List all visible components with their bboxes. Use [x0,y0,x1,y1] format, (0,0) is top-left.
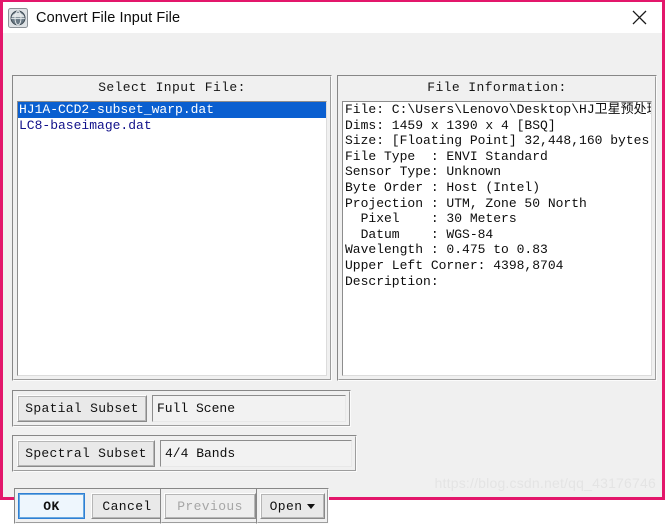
info-line: Description: [345,273,439,289]
spectral-subset-row: Spectral Subset 4/4 Bands [12,435,357,472]
open-button-label: Open [269,498,303,514]
file-information-text[interactable]: File: C:\Users\Lenovo\Desktop\HJ卫星预处理 Dim… [342,101,652,376]
watermark: https://blog.csdn.net/qq_43176746 [434,475,656,491]
dialog-body: Select Input File: HJ1A-CCD2-subset_warp… [3,33,662,524]
cancel-button[interactable]: Cancel [91,493,163,519]
info-line: Sensor Type: Unknown [345,164,502,180]
open-group: Open [256,488,329,524]
ok-button[interactable]: OK [18,493,85,519]
file-list[interactable]: HJ1A-CCD2-subset_warp.dat LC8-baseimage.d… [17,101,327,376]
list-item[interactable]: HJ1A-CCD2-subset_warp.dat [18,102,326,118]
spectral-subset-button[interactable]: Spectral Subset [17,440,155,467]
info-line: Wavelength : 0.475 to 0.83 [345,242,548,258]
dialog-window: Convert File Input File Select Input Fil… [0,0,665,524]
info-line: Size: [Floating Point] 32,448,160 bytes. [345,133,652,149]
previous-group: Previous [160,488,260,524]
file-information-heading: File Information: [427,80,567,95]
envi-globe-icon [8,7,28,28]
info-line: Dims: 1459 x 1390 x 4 [BSQ] [345,117,556,133]
info-line: File Type : ENVI Standard [345,148,548,164]
info-line: Projection : UTM, Zone 50 North [345,195,587,211]
info-line: Byte Order : Host (Intel) [345,179,541,195]
list-item[interactable]: LC8-baseimage.dat [18,118,326,134]
info-line: File: C:\Users\Lenovo\Desktop\HJ卫星预处理 [345,102,652,117]
info-line: Pixel : 30 Meters [345,211,517,227]
select-input-file-panel: Select Input File: HJ1A-CCD2-subset_warp… [12,75,332,381]
info-line: Upper Left Corner: 4398,8704 [345,257,564,273]
select-input-file-heading: Select Input File: [98,80,246,95]
window-title: Convert File Input File [36,9,181,26]
chevron-down-icon [307,503,316,509]
close-icon[interactable] [616,2,662,33]
spectral-subset-value[interactable]: 4/4 Bands [160,440,352,467]
spatial-subset-row: Spatial Subset Full Scene [12,390,351,427]
spatial-subset-button[interactable]: Spatial Subset [17,395,147,422]
previous-button: Previous [164,493,256,519]
file-information-panel: File Information: File: C:\Users\Lenovo\… [337,75,657,381]
info-line: Datum : WGS-84 [345,226,494,242]
ok-cancel-group: OK Cancel [14,488,169,524]
spatial-subset-value[interactable]: Full Scene [152,395,346,422]
title-bar: Convert File Input File [3,2,662,33]
open-button[interactable]: Open [260,493,325,519]
